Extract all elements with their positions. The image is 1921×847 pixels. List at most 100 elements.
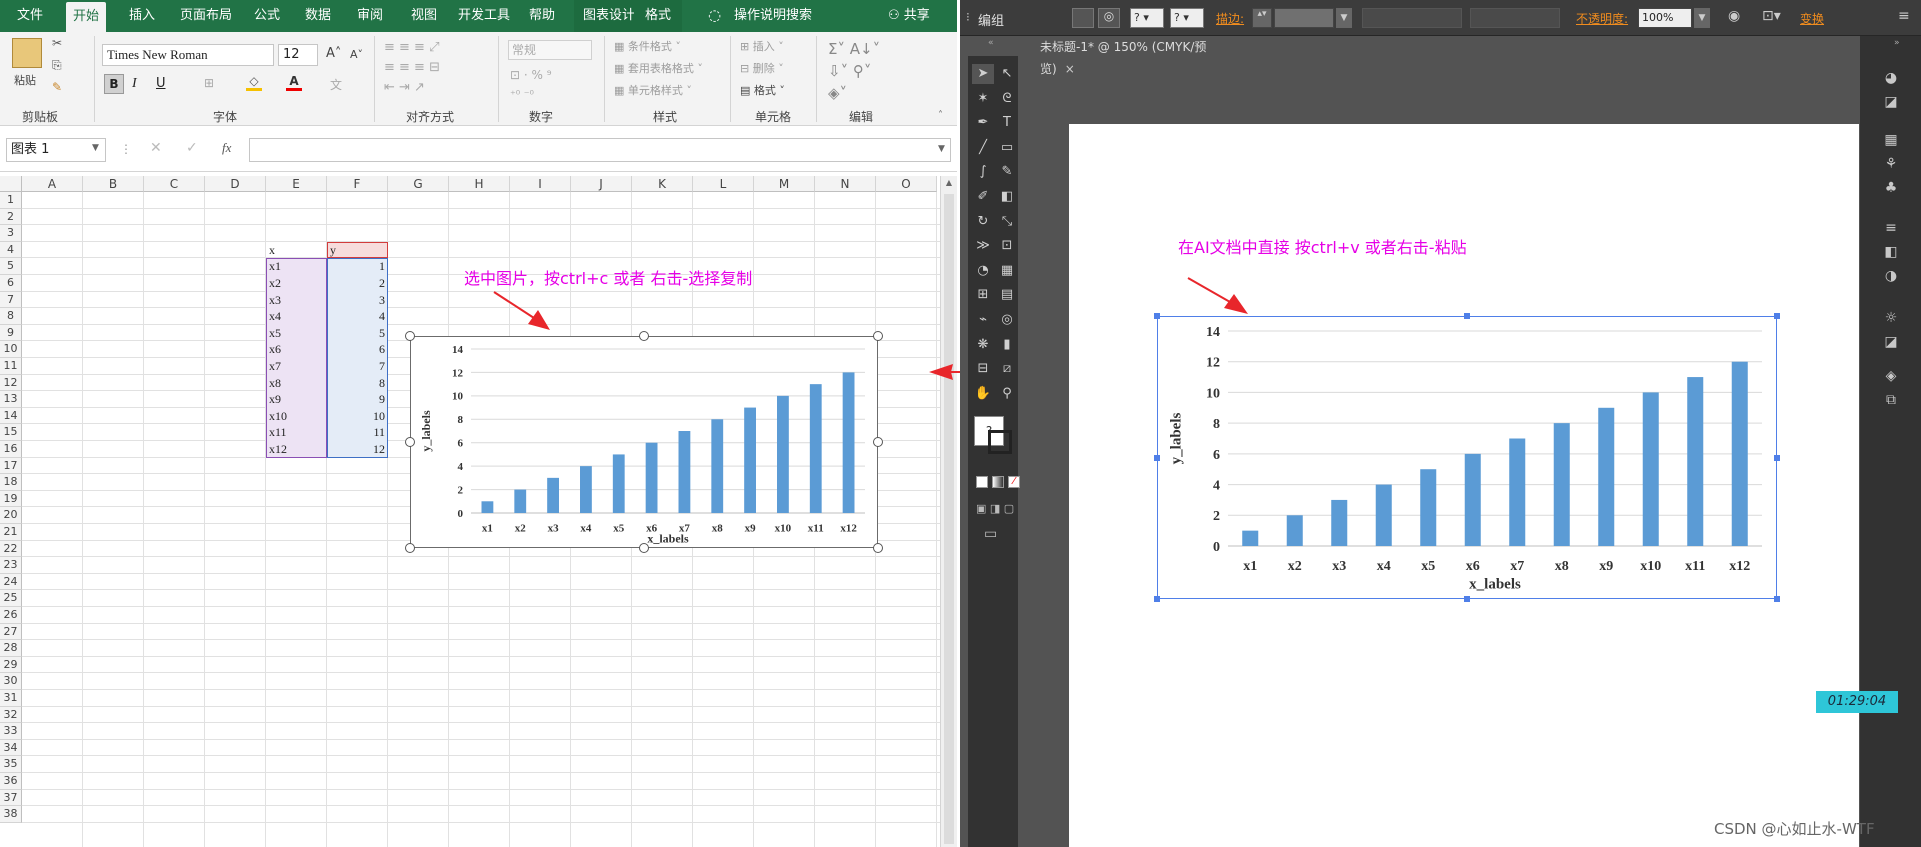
appearance-icon[interactable]: ☼ — [1880, 310, 1902, 330]
underline-button[interactable]: U — [156, 76, 166, 91]
row-header[interactable]: 25 — [0, 590, 22, 607]
stroke-swatch[interactable]: ? ▾ — [1170, 8, 1204, 28]
resize-handle[interactable] — [1154, 313, 1160, 319]
column-header[interactable]: L — [693, 176, 754, 192]
resize-handle[interactable] — [1774, 313, 1780, 319]
table-header-cell[interactable]: x — [269, 242, 324, 258]
paintbrush-icon[interactable]: ∫ — [972, 162, 994, 182]
row-header[interactable]: 36 — [0, 773, 22, 790]
italic-button[interactable]: I — [132, 76, 137, 92]
row-header[interactable]: 16 — [0, 441, 22, 458]
column-header[interactable]: M — [754, 176, 815, 192]
variable-width-select[interactable] — [1362, 8, 1462, 28]
column-header[interactable]: B — [83, 176, 144, 192]
row-header[interactable]: 31 — [0, 690, 22, 707]
dock-collapse-icon[interactable]: » — [1894, 38, 1900, 48]
table-cell[interactable]: 2 — [330, 275, 385, 291]
table-cell[interactable]: x1 — [269, 258, 324, 274]
column-header[interactable]: J — [571, 176, 632, 192]
lasso-icon[interactable]: ᘓ — [996, 89, 1018, 109]
ribbon-tab[interactable]: 文件 — [10, 0, 50, 32]
layers-icon[interactable]: ◈ — [1880, 368, 1902, 388]
scroll-up-icon[interactable]: ▲ — [943, 178, 955, 190]
brushes-icon[interactable]: ⚘ — [1880, 156, 1902, 176]
row-header[interactable]: 1 — [0, 192, 22, 209]
row-header[interactable]: 21 — [0, 524, 22, 541]
editing-icons[interactable]: Σ˅ A↓˅ ⇩˅ ⚲˅ ◈˅ — [828, 38, 880, 104]
align-icon[interactable]: ⊡▾ — [1762, 8, 1781, 24]
panel-menu-icon[interactable]: ≡ — [1898, 8, 1910, 24]
collapse-ribbon-icon[interactable]: ˄ — [938, 110, 943, 121]
resize-handle[interactable] — [405, 543, 415, 553]
hand-icon[interactable]: ✋ — [972, 384, 994, 404]
symbols-icon[interactable]: ♣ — [1880, 180, 1902, 200]
shrink-font-icon[interactable]: A˅ — [350, 48, 363, 61]
resize-handle[interactable] — [639, 331, 649, 341]
brush-select[interactable] — [1470, 8, 1560, 28]
resize-handle[interactable] — [1464, 313, 1470, 319]
row-header[interactable]: 32 — [0, 706, 22, 724]
table-cell[interactable]: 1 — [330, 258, 385, 274]
close-tab-icon[interactable]: × — [1065, 62, 1075, 76]
insert-cells-button[interactable]: ⊞ 插入 ˅ — [740, 38, 784, 54]
toolbox-collapse-icon[interactable]: « — [988, 38, 994, 48]
table-cell[interactable]: x3 — [269, 292, 324, 308]
row-header[interactable]: 35 — [0, 756, 22, 773]
stroke-stepper[interactable]: ▴▾ — [1252, 8, 1272, 28]
table-cell[interactable]: x9 — [269, 391, 324, 407]
shaper-icon[interactable]: ✐ — [972, 187, 994, 207]
format-painter-icon[interactable]: ✎ — [52, 80, 62, 94]
opacity-label[interactable]: 不透明度: — [1576, 10, 1628, 27]
mesh-icon[interactable]: ⊞ — [972, 285, 994, 305]
table-cell[interactable]: 11 — [330, 424, 385, 440]
tell-me-search[interactable]: 操作说明搜索 — [734, 0, 812, 32]
table-cell[interactable]: 8 — [330, 375, 385, 391]
resize-handle[interactable] — [873, 437, 883, 447]
conditional-format-button[interactable]: ▦ 条件格式 ˅ — [614, 38, 681, 54]
column-header[interactable]: A — [22, 176, 83, 192]
column-header[interactable]: I — [510, 176, 571, 192]
fill-color-icon[interactable]: ◇ — [246, 74, 262, 91]
row-header[interactable]: 38 — [0, 806, 22, 823]
delete-cells-button[interactable]: ⊟ 删除 ˅ — [740, 60, 784, 76]
slice-icon[interactable]: ⧄ — [996, 359, 1018, 379]
row-header[interactable]: 26 — [0, 607, 22, 624]
grow-font-icon[interactable]: A˄ — [326, 46, 341, 61]
ribbon-tab[interactable]: 页面布局 — [172, 0, 240, 32]
column-header[interactable]: N — [815, 176, 876, 192]
table-header-cell[interactable]: y — [330, 242, 385, 258]
color-guide-icon[interactable]: ◪ — [1880, 94, 1902, 114]
share-button[interactable]: ⚇ 共享 — [888, 0, 930, 32]
row-header[interactable]: 37 — [0, 789, 22, 807]
row-header[interactable]: 17 — [0, 457, 22, 475]
gradient-mode-icon[interactable] — [992, 476, 1004, 488]
table-cell[interactable]: 10 — [330, 408, 385, 424]
table-cell[interactable]: 6 — [330, 341, 385, 357]
table-cell[interactable]: x6 — [269, 341, 324, 357]
stroke-color-box[interactable] — [988, 430, 1012, 454]
table-cell[interactable]: 12 — [330, 441, 385, 457]
draw-mode-icons[interactable]: ▣ ◨ ▢ — [976, 502, 1014, 515]
ribbon-tab[interactable]: 格式 — [634, 0, 682, 32]
transform-link[interactable]: 变换 — [1800, 10, 1824, 27]
ribbon-tab[interactable]: 开始 — [66, 2, 106, 32]
column-header[interactable]: G — [388, 176, 449, 192]
font-name-select[interactable]: Times New Roman — [102, 44, 274, 66]
opacity-input[interactable]: 100% — [1638, 8, 1692, 28]
rotate-icon[interactable]: ↻ — [972, 212, 994, 232]
gradient-icon[interactable]: ◧ — [1880, 244, 1902, 264]
color-mode-icon[interactable] — [976, 476, 988, 488]
table-cell[interactable]: 4 — [330, 308, 385, 324]
table-cell[interactable]: x5 — [269, 325, 324, 341]
phonetic-icon[interactable]: 文 — [330, 76, 342, 93]
table-cell[interactable]: x8 — [269, 375, 324, 391]
resize-handle[interactable] — [405, 331, 415, 341]
table-cell[interactable]: x2 — [269, 275, 324, 291]
border-icon[interactable]: ⊞ — [204, 76, 214, 90]
row-header[interactable]: 33 — [0, 723, 22, 740]
row-header[interactable]: 24 — [0, 573, 22, 591]
row-header[interactable]: 15 — [0, 424, 22, 441]
row-header[interactable]: 13 — [0, 391, 22, 408]
pencil-icon[interactable]: ✎ — [996, 162, 1018, 182]
rectangle-icon[interactable]: ▭ — [996, 138, 1018, 158]
